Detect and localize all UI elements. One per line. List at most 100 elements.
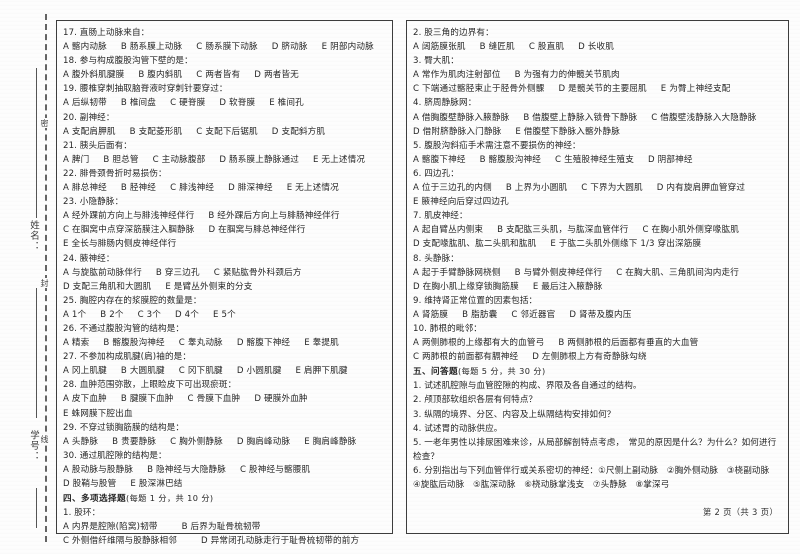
question-option[interactable]: A 常作为肌肉注射部位 xyxy=(413,70,501,80)
question-option[interactable]: E 无上述情况 xyxy=(287,183,339,193)
question-option[interactable]: A 借胸腹壁静脉入腋静脉 xyxy=(413,113,509,123)
question-option[interactable]: B 胆总管 xyxy=(103,155,138,165)
question-option[interactable]: A 冈上肌腱 xyxy=(63,366,107,376)
question-option[interactable]: D 肠系膜上静脉通过 xyxy=(219,155,299,165)
question-option[interactable]: A 髂腹下神经 xyxy=(413,155,466,165)
question-option[interactable]: D 两者皆无 xyxy=(254,70,299,80)
question-option[interactable]: B 后界为耻骨梳韧带 xyxy=(182,522,261,532)
question-option[interactable]: A 股动脉与股静脉 xyxy=(63,465,133,475)
question-option[interactable]: A 后纵韧带 xyxy=(63,98,107,108)
question-option[interactable]: D 肾蒂及腹内压 xyxy=(569,310,631,320)
question-option[interactable]: B 大圆肌腱 xyxy=(121,366,165,376)
question-option[interactable]: E 椎间孔 xyxy=(269,98,304,108)
question-option[interactable]: E 睾提肌 xyxy=(304,338,339,348)
question-option[interactable]: B 腹内斜肌 xyxy=(138,70,182,80)
question-option[interactable]: B 穿三边孔 xyxy=(156,268,200,278)
question-option[interactable]: C 硬脊膜 xyxy=(170,98,205,108)
question-option[interactable]: C 两者皆有 xyxy=(196,70,240,80)
question-option[interactable]: C 3个 xyxy=(138,310,161,320)
question-option[interactable]: D 胸肩峰动脉 xyxy=(237,437,290,447)
question-option[interactable]: C 下端通过髂胫束止于胫骨外侧髁 xyxy=(413,84,544,94)
question-option[interactable]: D 股鞘与股管 xyxy=(63,479,116,489)
question-option[interactable]: C 邻近器官 xyxy=(511,310,555,320)
question-option[interactable]: B 髂腹股沟神经 xyxy=(103,338,164,348)
question-option[interactable]: D 软脊膜 xyxy=(219,98,255,108)
question-option[interactable]: A 头静脉 xyxy=(63,437,98,447)
question-option[interactable]: A 两侧肺根的上缘都有大的血管弓 xyxy=(413,338,544,348)
question-option[interactable]: C 股直肌 xyxy=(529,42,564,52)
question-option[interactable]: A 肾筋膜 xyxy=(413,310,448,320)
question-option[interactable]: D 阴部神经 xyxy=(648,155,693,165)
question-option[interactable]: D 左侧肺根上方有奇静脉勾绕 xyxy=(532,352,647,362)
question-option[interactable]: D 4个 xyxy=(175,310,199,320)
question-option[interactable]: D 支配喙肱肌、肱二头肌和肱肌 xyxy=(413,239,536,249)
question-option[interactable]: A 位于三边孔的内侧 xyxy=(413,183,492,193)
question-option[interactable]: C 两肺根的前面都有膈神经 xyxy=(413,352,518,362)
question-option[interactable]: A 腓总神经 xyxy=(63,183,107,193)
question-option[interactable]: B 经外踝后方向上与腓肠神经伴行 xyxy=(208,211,339,221)
question-option[interactable]: A 髂内动脉 xyxy=(63,42,107,52)
question-option[interactable]: D 脐动脉 xyxy=(272,42,308,52)
question-option[interactable]: A 脾门 xyxy=(63,155,89,165)
question-option[interactable]: C 骨膜下血肿 xyxy=(188,394,241,404)
question-option[interactable]: A 皮下血肿 xyxy=(63,394,107,404)
question-option[interactable]: B 2个 xyxy=(100,310,123,320)
question-option[interactable]: A 经外踝前方向上与腓浅神经伴行 xyxy=(63,211,194,221)
question-option[interactable]: B 为强有力的伸髋关节肌肉 xyxy=(515,70,620,80)
question-option[interactable]: C 在胸小肌外侧穿喙肱肌 xyxy=(642,225,738,235)
question-option[interactable]: B 两侧肺根的后面都有垂直的大血管 xyxy=(558,338,698,348)
question-option[interactable]: B 肠系膜上动脉 xyxy=(121,42,182,52)
question-option[interactable]: C 胸外侧静脉 xyxy=(170,437,223,447)
question-option[interactable]: C 主动脉腹部 xyxy=(153,155,206,165)
question-option[interactable]: D 髂腹下神经 xyxy=(237,338,290,348)
question-option[interactable]: C 外侧借纤维隔与股静脉相邻 xyxy=(63,536,177,546)
question-option[interactable]: E 于肱二头肌外侧缘下 1/3 穿出深筋膜 xyxy=(550,239,701,249)
question-option[interactable]: A 内界是腔隙(陷窝)韧带 xyxy=(63,522,158,532)
question-option[interactable]: A 与旋肱前动脉伴行 xyxy=(63,268,142,278)
question-option[interactable]: E 是臂丛外侧束的分支 xyxy=(165,282,252,292)
question-option[interactable]: E 腋神经向后穿过四边孔 xyxy=(413,197,509,207)
question-option[interactable]: E 蛛网膜下腔出血 xyxy=(63,409,133,419)
question-option[interactable]: E 无上述情况 xyxy=(313,155,365,165)
question-option[interactable]: C 紧贴肱骨外科颈后方 xyxy=(214,268,302,278)
question-option[interactable]: E 全长与腓肠内侧皮神经伴行 xyxy=(63,239,176,249)
question-option[interactable]: B 上界为小圆肌 xyxy=(506,183,567,193)
question-option[interactable]: E 借腹壁下静脉入髂外静脉 xyxy=(515,127,620,137)
question-option[interactable]: D 支配斜方肌 xyxy=(272,127,325,137)
question-option[interactable]: A 支配肩胛肌 xyxy=(63,127,116,137)
question-option[interactable]: A 起于手臂静脉网桡侧 xyxy=(413,268,501,278)
question-option[interactable]: A 精索 xyxy=(63,338,89,348)
question-option[interactable]: B 支配肱三头肌，与肱深血管伴行 xyxy=(497,225,628,235)
question-option[interactable]: C 生殖股神经生殖支 xyxy=(555,155,634,165)
question-option[interactable]: D 内有旋肩胛血管穿过 xyxy=(657,183,745,193)
question-option[interactable]: E 5个 xyxy=(213,310,236,320)
question-option[interactable]: B 借腹壁上静脉入锁骨下静脉 xyxy=(523,113,637,123)
question-option[interactable]: C 肠系膜下动脉 xyxy=(196,42,258,52)
question-option[interactable]: B 胫神经 xyxy=(121,183,156,193)
question-option[interactable]: D 小圆肌腱 xyxy=(237,366,282,376)
question-option[interactable]: A 1个 xyxy=(63,310,86,320)
question-option[interactable]: D 在胸小肌上缘穿锁胸筋膜 xyxy=(413,282,519,292)
question-option[interactable]: B 髂腹股沟神经 xyxy=(480,155,541,165)
question-option[interactable]: E 胸肩峰静脉 xyxy=(304,437,356,447)
question-option[interactable]: D 长收肌 xyxy=(578,42,614,52)
question-option[interactable]: A 阔筋膜张肌 xyxy=(413,42,466,52)
question-option[interactable]: C 下界为大圆肌 xyxy=(581,183,643,193)
question-option[interactable]: E 肩胛下肌腱 xyxy=(295,366,347,376)
question-option[interactable]: C 股神经与髂腰肌 xyxy=(240,465,310,475)
question-option[interactable]: B 缝匠肌 xyxy=(480,42,515,52)
question-option[interactable]: B 脂肪囊 xyxy=(462,310,497,320)
question-option[interactable]: B 贵要静脉 xyxy=(112,437,156,447)
question-option[interactable]: D 借附脐静脉入门静脉 xyxy=(413,127,501,137)
question-option[interactable]: C 腓浅神经 xyxy=(170,183,214,193)
question-option[interactable]: B 与臂外侧皮神经伴行 xyxy=(515,268,603,278)
question-option[interactable]: E 为臀上神经支配 xyxy=(661,84,731,94)
question-option[interactable]: D 腓深神经 xyxy=(228,183,273,193)
question-option[interactable]: D 异常闭孔动脉走行于耻骨梳韧带的前方 xyxy=(201,536,359,546)
question-option[interactable]: D 在腘窝与腓总神经伴行 xyxy=(208,225,305,235)
question-option[interactable]: E 阴部内动脉 xyxy=(322,42,374,52)
question-option[interactable]: E 最后注入腋静脉 xyxy=(533,282,603,292)
question-option[interactable]: E 股深淋巴结 xyxy=(130,479,182,489)
question-option[interactable]: C 在腘窝中点穿深筋膜注入腘静脉 xyxy=(63,225,194,235)
question-option[interactable]: C 支配下后锯肌 xyxy=(196,127,258,137)
